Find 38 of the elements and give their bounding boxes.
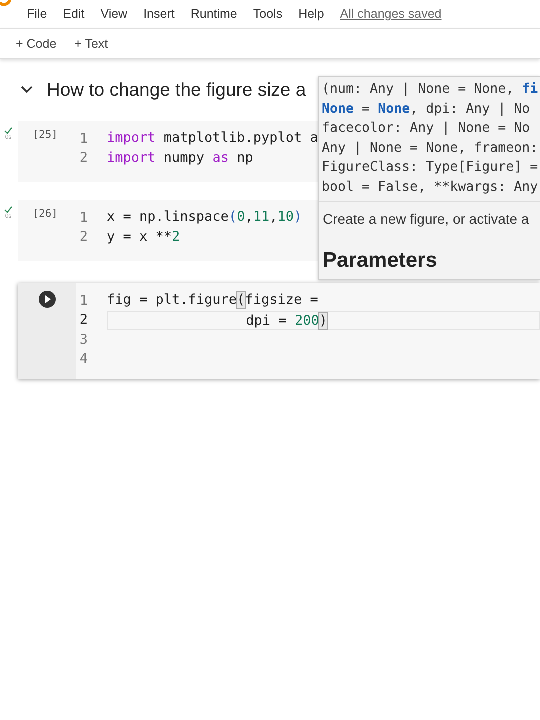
- menu-item[interactable]: Runtime: [182, 7, 246, 21]
- section-heading: How to change the figure size a: [47, 79, 306, 101]
- menu-item[interactable]: File: [19, 7, 56, 21]
- menu-item[interactable]: View: [92, 7, 136, 21]
- menu-item[interactable]: Help: [290, 7, 332, 21]
- signature-line: (num: Any | None = None, fi: [322, 81, 540, 99]
- run-button[interactable]: [38, 291, 56, 308]
- tooltip-description: Create a new figure, or activate a: [322, 210, 530, 227]
- menu-item[interactable]: Insert: [136, 7, 183, 21]
- add-button[interactable]: + Code: [14, 36, 59, 50]
- menu-item[interactable]: Tools: [245, 7, 291, 21]
- logo-icon: [0, 0, 12, 8]
- check-icon: [4, 127, 13, 135]
- line-number: 2: [78, 312, 88, 328]
- signature-line: FigureClass: Type[Figure] =: [322, 159, 540, 177]
- save-status-link[interactable]: All changes saved: [340, 7, 442, 21]
- code-line: x = np.linspace(0,11,10): [107, 208, 302, 228]
- code-line: fig = plt.figure(figsize =: [107, 291, 318, 310]
- chevron-down-icon[interactable]: [20, 85, 34, 95]
- signature-line: facecolor: Any | None = No: [322, 120, 532, 138]
- line-number: 1: [78, 130, 88, 147]
- code-line: import matplotlib.pyplot a: [107, 129, 318, 148]
- menu-item[interactable]: Edit: [55, 7, 93, 21]
- line-number: 2: [78, 229, 88, 246]
- signature-line: None = None, dpi: Any | No: [322, 100, 532, 118]
- line-number: 3: [78, 332, 88, 348]
- line-number: 1: [78, 292, 88, 309]
- line-number: 1: [78, 210, 88, 226]
- check-icon: [4, 206, 13, 214]
- execution-count: [25]: [32, 129, 58, 141]
- line-number: 2: [78, 150, 88, 166]
- code-line: y = x **2: [107, 228, 180, 247]
- code-cell[interactable]: 1 fig = plt.figure(figsize = 2 dpi = 200) 3 4: [18, 283, 540, 379]
- code-line: import numpy as np: [107, 148, 254, 168]
- add-button[interactable]: + Text: [72, 36, 110, 50]
- execution-count: [26]: [32, 208, 58, 220]
- signature-line: Any | None = None, frameon:: [322, 140, 540, 158]
- line-number: 4: [78, 351, 88, 368]
